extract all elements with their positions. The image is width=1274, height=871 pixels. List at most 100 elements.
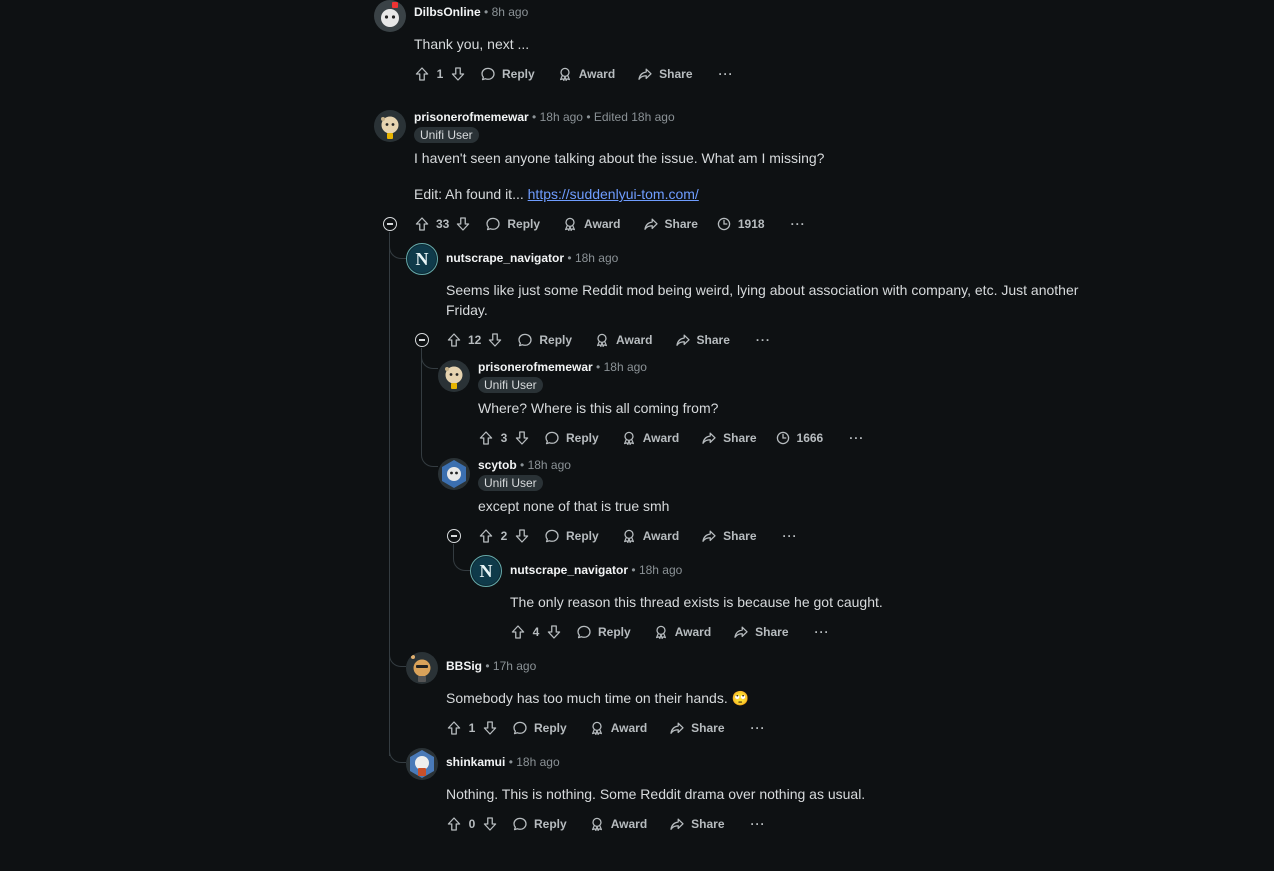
more-options-button[interactable]: ··· [849, 431, 864, 445]
author-name[interactable]: shinkamui [446, 755, 505, 769]
reply-button[interactable]: Reply [517, 332, 572, 348]
share-button[interactable]: Share [643, 216, 698, 232]
avatar[interactable] [406, 652, 438, 684]
downvote-button[interactable] [482, 720, 498, 736]
award-button[interactable]: Award [653, 624, 711, 640]
more-options-button[interactable]: ··· [783, 529, 798, 543]
separator-dot: • [484, 5, 489, 19]
reply-icon [576, 624, 592, 640]
more-options-button[interactable]: ··· [815, 625, 830, 639]
timestamp[interactable]: 18h ago [540, 110, 583, 124]
share-button[interactable]: Share [637, 66, 693, 82]
downvote-button[interactable] [482, 816, 498, 832]
share-button[interactable]: Share [675, 332, 730, 348]
reply-button[interactable]: Reply [512, 816, 567, 832]
vote-count: 12 [468, 333, 482, 347]
more-options-button[interactable]: ··· [751, 817, 766, 831]
downvote-button[interactable] [546, 624, 562, 640]
reply-button[interactable]: Reply [485, 216, 540, 232]
collapse-thread-button[interactable] [447, 529, 461, 543]
share-button[interactable]: Share [669, 720, 725, 736]
comment-actions: 3 Reply Award Share 1666 ··· [478, 428, 864, 448]
external-link[interactable]: https://suddenlyui-tom.com/ [528, 186, 699, 202]
reply-button[interactable]: Reply [544, 528, 599, 544]
netscape-logo-icon: N [408, 245, 436, 273]
thread-elbow [389, 640, 406, 667]
snoo-avatar-icon [442, 460, 466, 488]
avatar[interactable]: N [406, 243, 438, 275]
avatar[interactable] [374, 0, 406, 32]
downvote-button[interactable] [487, 332, 503, 348]
reply-button[interactable]: Reply [480, 66, 535, 82]
more-options-button[interactable]: ··· [756, 333, 771, 347]
timestamp[interactable]: 18h ago [516, 755, 559, 769]
comment-header: shinkamui • 18h ago [446, 754, 560, 770]
more-options-button[interactable]: ··· [791, 217, 806, 231]
avatar[interactable] [406, 748, 438, 780]
downvote-button[interactable] [450, 66, 466, 82]
svg-text:N: N [480, 561, 493, 581]
upvote-button[interactable] [446, 720, 462, 736]
share-button[interactable]: Share [701, 528, 757, 544]
comment-header: scytob • 18h ago [478, 457, 571, 473]
reply-label: Reply [534, 817, 567, 831]
upvote-button[interactable] [478, 528, 494, 544]
collapse-thread-button[interactable] [415, 333, 429, 347]
timestamp[interactable]: 8h ago [492, 5, 529, 19]
author-name[interactable]: prisonerofmemewar [414, 110, 529, 124]
author-name[interactable]: BBSig [446, 659, 482, 673]
collapse-thread-button[interactable] [383, 217, 397, 231]
timestamp[interactable]: 18h ago [528, 458, 571, 472]
comment-body: I haven't seen anyone talking about the … [414, 150, 825, 166]
downvote-button[interactable] [455, 216, 471, 232]
award-button[interactable]: Award [589, 816, 647, 832]
award-button[interactable]: Award [621, 528, 679, 544]
upvote-icon [510, 624, 526, 640]
award-button[interactable]: Award [589, 720, 647, 736]
comment-text: Somebody has too much time on their hand… [446, 690, 728, 706]
share-button[interactable]: Share [701, 430, 757, 446]
award-button[interactable]: Award [594, 332, 653, 348]
upvote-button[interactable] [510, 624, 526, 640]
author-name[interactable]: DilbsOnline [414, 5, 481, 19]
comment-header: prisonerofmemewar • 18h ago • Edited 18h… [414, 109, 675, 125]
share-button[interactable]: Share [669, 816, 725, 832]
thread-line [389, 232, 390, 756]
upvote-button[interactable] [414, 216, 430, 232]
more-options-button[interactable]: ··· [719, 67, 734, 81]
upvote-button[interactable] [478, 430, 494, 446]
award-icon [594, 332, 610, 348]
downvote-button[interactable] [514, 528, 530, 544]
author-name[interactable]: nutscrape_navigator [446, 251, 564, 265]
avatar[interactable] [374, 110, 406, 142]
upvote-icon [478, 528, 494, 544]
award-button[interactable]: Award [621, 430, 679, 446]
upvote-button[interactable] [446, 332, 462, 348]
award-label: Award [610, 817, 648, 831]
vote-count: 2 [500, 529, 508, 543]
view-count: 1666 [775, 430, 823, 446]
comment-actions: 33 Reply Award Share 1918 ··· [414, 214, 806, 234]
timestamp[interactable]: 17h ago [493, 659, 536, 673]
author-name[interactable]: prisonerofmemewar [478, 360, 593, 374]
avatar[interactable]: N [470, 555, 502, 587]
author-name[interactable]: nutscrape_navigator [510, 563, 628, 577]
timestamp[interactable]: 18h ago [604, 360, 647, 374]
avatar[interactable] [438, 360, 470, 392]
author-name[interactable]: scytob [478, 458, 517, 472]
upvote-button[interactable] [446, 816, 462, 832]
timestamp[interactable]: 18h ago [575, 251, 618, 265]
avatar[interactable] [438, 458, 470, 490]
reply-button[interactable]: Reply [576, 624, 631, 640]
reply-button[interactable]: Reply [512, 720, 567, 736]
timestamp[interactable]: 18h ago [639, 563, 682, 577]
award-button[interactable]: Award [557, 66, 615, 82]
award-button[interactable]: Award [562, 216, 621, 232]
share-button[interactable]: Share [733, 624, 789, 640]
user-flair: Unifi User [478, 377, 543, 393]
reply-button[interactable]: Reply [544, 430, 599, 446]
downvote-button[interactable] [514, 430, 530, 446]
upvote-button[interactable] [414, 66, 430, 82]
more-options-button[interactable]: ··· [751, 721, 766, 735]
separator-dot: • [586, 110, 591, 124]
